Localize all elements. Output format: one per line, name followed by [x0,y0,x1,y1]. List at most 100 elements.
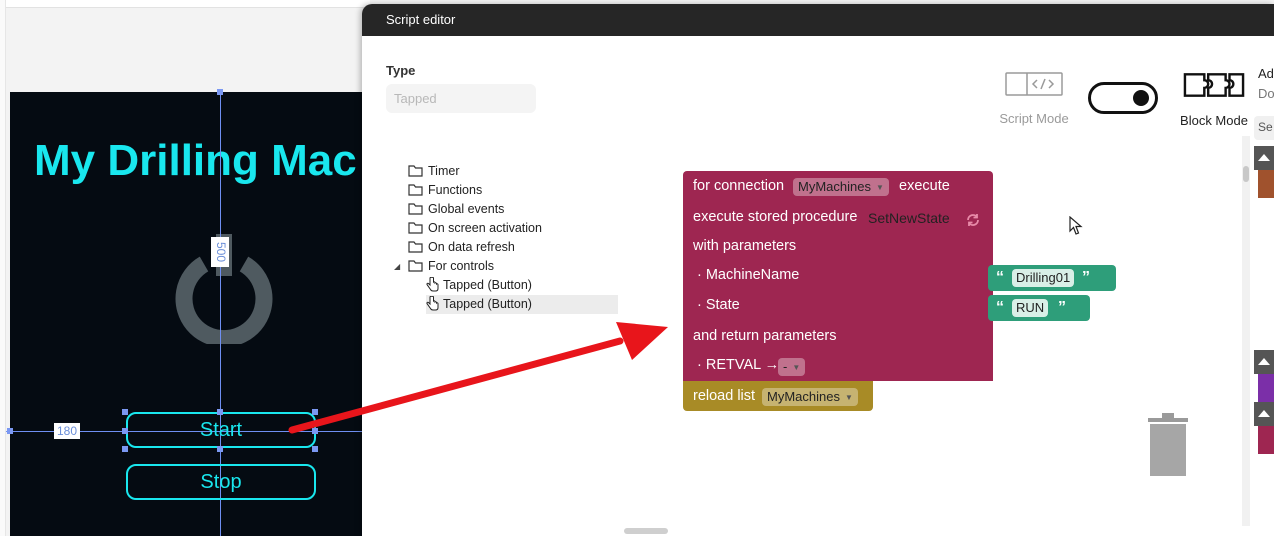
expand-triangle-icon[interactable]: ◢ [394,262,400,271]
right-panel-subheading: Do [1258,86,1274,101]
resize-handle-bm[interactable] [217,446,223,452]
connection-execute-block[interactable]: for connection MyMachines ▼ execute execu… [683,171,993,381]
code-icon [1005,72,1063,96]
puzzle-blocks-icon [1183,73,1245,97]
stop-button[interactable]: Stop [126,464,316,500]
mode-toggle-switch[interactable] [1088,82,1158,114]
resize-handle-tm[interactable] [217,409,223,415]
tree-item-label: Global events [428,202,505,216]
tree-item-label: Timer [428,164,460,178]
hand-pointer-icon [426,277,439,292]
folder-icon [408,241,423,253]
phone-preview[interactable]: My Drilling Mac Start Stop [10,92,370,536]
right-panel-heading: Ad [1258,66,1274,81]
category-collapse-2[interactable] [1254,350,1274,374]
category-collapse-1[interactable] [1254,146,1274,170]
caret-up-icon [1258,154,1270,161]
vertical-scrollbar[interactable] [1242,136,1250,526]
caret-up-icon [1258,358,1270,365]
tree-item-label: Functions [428,183,483,197]
category-collapse-3[interactable] [1254,402,1274,426]
tree-item-label: For controls [428,259,494,273]
retval-value: - [783,359,788,374]
caret-up-icon [1258,410,1270,417]
refresh-icon[interactable] [965,212,981,228]
folder-open-icon [408,260,423,272]
script-mode-label: Script Mode [999,111,1069,126]
for-connection-label: for connection [693,178,785,194]
resize-handle-tl[interactable] [122,409,128,415]
type-field[interactable]: Tapped [386,84,536,113]
folder-icon [408,222,423,234]
script-mode-button[interactable]: Script Mode [998,72,1070,126]
tree-item-functions[interactable]: Functions [408,181,482,200]
tree-item-label: On data refresh [428,240,515,254]
reload-list-value: MyMachines [767,389,840,404]
tree-item-for-controls[interactable]: For controls [408,257,494,276]
dialog-header: Script editor [362,4,1274,36]
left-toolbar-strip [0,0,6,536]
connection-dropdown[interactable]: MyMachines ▼ [793,178,889,196]
tree-item-timer[interactable]: Timer [408,162,459,181]
close-quote-icon: ” [1082,269,1090,286]
execute-stored-procedure-label: execute stored procedure [693,209,858,225]
dropdown-caret-icon: ▼ [875,183,884,192]
tree-item-label: Tapped (Button) [443,278,532,292]
right-panel-search[interactable]: Se [1254,116,1274,140]
execute-label: execute [899,178,950,194]
with-parameters-label: with parameters [693,238,797,254]
folder-icon [408,165,423,177]
mouse-cursor-icon [1069,216,1083,235]
block-mode-button[interactable]: Block Mode [1176,72,1252,128]
folder-icon [408,184,423,196]
toggle-knob [1133,90,1149,106]
string-value-field[interactable]: Drilling01 [1012,269,1075,287]
resize-handle-tr[interactable] [312,409,318,415]
app-title[interactable]: My Drilling Mac [34,136,357,186]
connection-value: MyMachines [798,179,871,194]
param-machine-name-label: · MachineName [697,267,800,283]
category-color-strip [1258,170,1274,198]
string-block-drilling01[interactable]: “ Drilling01 ” [988,265,1116,291]
script-editor-dialog: Script editor Type Tapped Script Mode Bl… [362,4,1274,536]
tree-item-on-screen-activation[interactable]: On screen activation [408,219,542,238]
resize-handle-bl[interactable] [122,446,128,452]
resize-handle-mr[interactable] [312,428,318,434]
top-guide-handle[interactable] [217,89,223,95]
reload-list-block[interactable]: reload list MyMachines ▼ [683,381,873,411]
category-color-strip [1258,426,1274,454]
resize-handle-br[interactable] [312,446,318,452]
tree-item-tapped-button-1[interactable]: Tapped (Button) [426,276,618,295]
tree-item-global-events[interactable]: Global events [408,200,504,219]
retval-dropdown[interactable]: - ▼ [778,358,806,376]
horizontal-scrollbar[interactable] [624,528,668,534]
open-quote-icon: “ [996,269,1004,286]
reload-list-dropdown[interactable]: MyMachines ▼ [762,388,858,406]
scrollbar-thumb[interactable] [1243,166,1249,182]
start-button[interactable]: Start [126,412,316,448]
trash-icon[interactable] [1144,410,1192,478]
resize-handle-ml[interactable] [122,428,128,434]
dropdown-caret-icon: ▼ [792,363,801,372]
folder-icon [408,203,423,215]
hand-pointer-icon [426,296,439,311]
tree-item-tapped-button-2[interactable]: Tapped (Button) [426,295,618,314]
procedure-name[interactable]: SetNewState [868,210,950,226]
open-quote-icon: “ [996,299,1004,316]
param-state-label: · State [697,297,740,313]
category-color-strip [1258,374,1274,402]
designer-top-bar [6,0,370,8]
height-dimension-label: 500 [211,237,229,267]
tree-item-label: Tapped (Button) [443,297,532,311]
string-block-run[interactable]: “ RUN ” [988,295,1090,321]
dialog-title: Script editor [386,12,456,27]
left-guide-handle[interactable] [7,428,13,434]
tree-item-label: On screen activation [428,221,542,235]
string-value-field[interactable]: RUN [1012,299,1049,317]
type-label: Type [386,63,416,78]
tree-item-on-data-refresh[interactable]: On data refresh [408,238,515,257]
block-mode-label: Block Mode [1180,113,1248,128]
reload-list-label: reload list [693,388,756,404]
close-quote-icon: ” [1058,299,1066,316]
and-return-parameters-label: and return parameters [693,328,837,344]
